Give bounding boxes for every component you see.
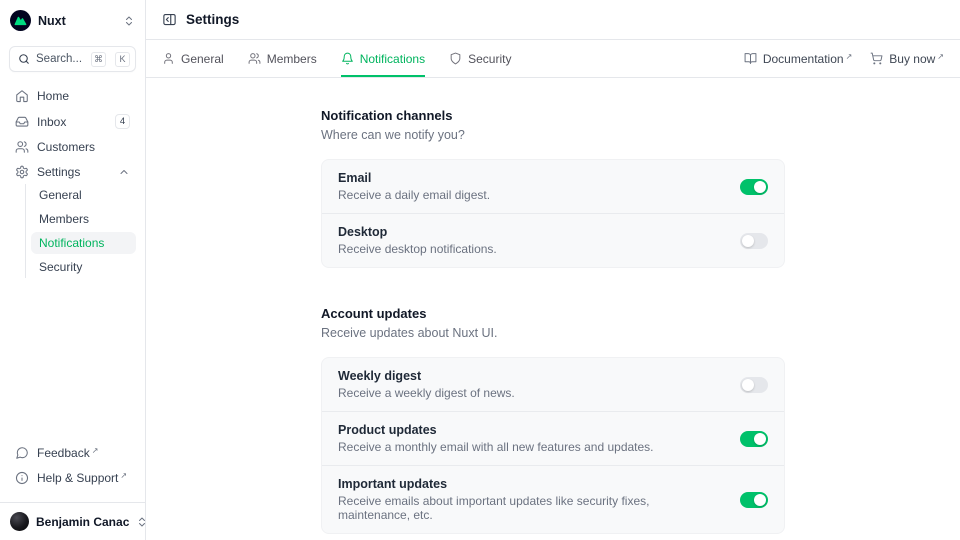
tabs: General Members Notifications Security	[162, 40, 511, 77]
sidebar-item-label: Inbox	[37, 115, 107, 129]
settings-card: Email Receive a daily email digest. Desk…	[321, 159, 785, 268]
page-title: Settings	[186, 12, 239, 27]
sidebar-collapse-icon[interactable]	[162, 12, 177, 27]
main-area: Settings General Members Notifications	[146, 0, 960, 540]
bell-icon	[341, 52, 354, 65]
sidebar-footer-nav: Feedback↗ Help & Support↗	[0, 443, 145, 496]
setting-row-email: Email Receive a daily email digest.	[322, 160, 784, 213]
help-support-label: Help & Support↗	[37, 471, 130, 485]
section-description: Where can we notify you?	[321, 128, 785, 142]
sidebar-item-settings[interactable]: Settings	[9, 162, 136, 182]
search-icon	[18, 53, 30, 65]
tabbar-actions: Documentation↗ Buy now↗	[744, 40, 944, 77]
workspace-name: Nuxt	[38, 14, 116, 28]
sidebar-item-general[interactable]: General	[31, 184, 136, 206]
chevron-up-icon	[118, 166, 130, 178]
home-icon	[15, 89, 29, 103]
setting-description: Receive a monthly email with all new fea…	[338, 440, 724, 454]
gear-icon	[15, 165, 29, 179]
product-updates-toggle[interactable]	[740, 431, 768, 447]
tab-security[interactable]: Security	[449, 40, 511, 77]
sidebar-item-notifications[interactable]: Notifications	[31, 232, 136, 254]
user-name: Benjamin Canac	[36, 515, 129, 529]
tab-notifications[interactable]: Notifications	[341, 40, 425, 77]
section-notification-channels: Notification channels Where can we notif…	[321, 108, 785, 268]
section-account-updates: Account updates Receive updates about Nu…	[321, 306, 785, 534]
tab-members[interactable]: Members	[248, 40, 317, 77]
info-circle-icon	[15, 471, 29, 485]
sidebar: Nuxt Search... ⌘ K Home Inbox 4	[0, 0, 146, 540]
sidebar-item-members[interactable]: Members	[31, 208, 136, 230]
setting-description: Receive emails about important updates l…	[338, 494, 724, 522]
user-icon	[162, 52, 175, 65]
setting-description: Receive a daily email digest.	[338, 188, 724, 202]
users-icon	[248, 52, 261, 65]
shield-icon	[449, 52, 462, 65]
tabbar: General Members Notifications Security	[146, 40, 960, 78]
search-input[interactable]: Search... ⌘ K	[9, 46, 136, 72]
sidebar-item-security[interactable]: Security	[31, 256, 136, 278]
avatar	[10, 512, 29, 531]
kbd-cmd: ⌘	[91, 52, 106, 67]
feedback-link[interactable]: Feedback↗	[9, 443, 136, 463]
setting-label: Product updates	[338, 423, 724, 437]
users-icon	[15, 140, 29, 154]
setting-row-weekly-digest: Weekly digest Receive a weekly digest of…	[322, 358, 784, 411]
external-link-icon: ↗	[937, 52, 944, 61]
section-title: Notification channels	[321, 108, 785, 123]
chat-bubble-icon	[15, 446, 29, 460]
setting-label: Weekly digest	[338, 369, 724, 383]
settings-content: Notification channels Where can we notif…	[146, 78, 960, 540]
inbox-icon	[15, 115, 29, 129]
setting-label: Important updates	[338, 477, 724, 491]
settings-card: Weekly digest Receive a weekly digest of…	[321, 357, 785, 534]
sidebar-item-label: Customers	[37, 140, 130, 154]
tab-general[interactable]: General	[162, 40, 224, 77]
email-toggle[interactable]	[740, 179, 768, 195]
chevrons-up-down-icon	[123, 15, 135, 27]
setting-row-desktop: Desktop Receive desktop notifications.	[322, 213, 784, 267]
external-link-icon: ↗	[92, 446, 99, 455]
weekly-digest-toggle[interactable]	[740, 377, 768, 393]
setting-label: Email	[338, 171, 724, 185]
help-support-link[interactable]: Help & Support↗	[9, 468, 136, 488]
setting-description: Receive a weekly digest of news.	[338, 386, 724, 400]
setting-label: Desktop	[338, 225, 724, 239]
user-menu[interactable]: Benjamin Canac	[0, 502, 145, 540]
sidebar-item-label: Home	[37, 89, 130, 103]
section-description: Receive updates about Nuxt UI.	[321, 326, 785, 340]
nuxt-logo-icon	[10, 10, 31, 31]
sidebar-item-inbox[interactable]: Inbox 4	[9, 111, 136, 132]
settings-subnav: General Members Notifications Security	[25, 184, 136, 278]
sidebar-nav: Home Inbox 4 Customers Settings Genera	[0, 76, 145, 278]
section-title: Account updates	[321, 306, 785, 321]
important-updates-toggle[interactable]	[740, 492, 768, 508]
feedback-label: Feedback↗	[37, 446, 130, 460]
workspace-selector[interactable]: Nuxt	[0, 0, 145, 37]
sidebar-item-label: Settings	[37, 165, 110, 179]
sidebar-item-home[interactable]: Home	[9, 86, 136, 106]
kbd-k: K	[115, 52, 130, 67]
setting-row-important-updates: Important updates Receive emails about i…	[322, 465, 784, 533]
documentation-button[interactable]: Documentation↗	[744, 52, 852, 66]
inbox-count-badge: 4	[115, 114, 130, 129]
page-header: Settings	[146, 0, 960, 40]
book-icon	[744, 52, 757, 65]
setting-description: Receive desktop notifications.	[338, 242, 724, 256]
cart-icon	[870, 52, 883, 65]
sidebar-item-customers[interactable]: Customers	[9, 137, 136, 157]
setting-row-product-updates: Product updates Receive a monthly email …	[322, 411, 784, 465]
desktop-toggle[interactable]	[740, 233, 768, 249]
external-link-icon: ↗	[120, 471, 127, 480]
search-placeholder: Search...	[36, 53, 85, 65]
buy-now-button[interactable]: Buy now↗	[870, 52, 944, 66]
external-link-icon: ↗	[846, 52, 853, 61]
